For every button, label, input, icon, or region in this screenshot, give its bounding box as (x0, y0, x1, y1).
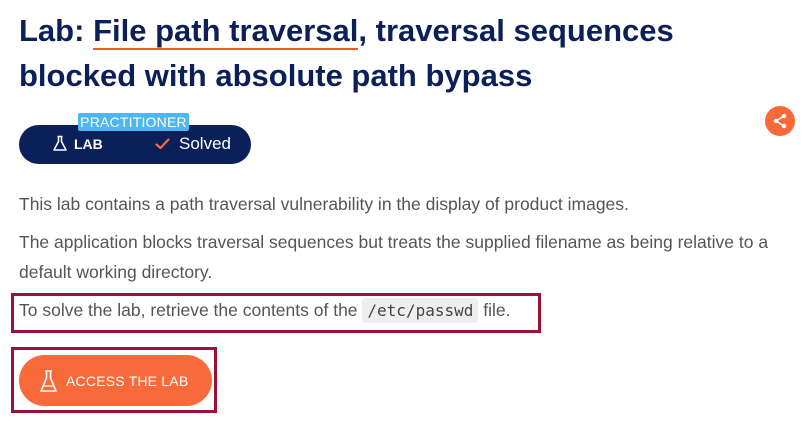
check-icon (155, 138, 170, 150)
lab-status-badge: PRACTITIONER LAB Solved (19, 113, 251, 164)
level-badge: PRACTITIONER (78, 113, 189, 131)
title-prefix: Lab: (19, 13, 94, 48)
flask-icon (53, 135, 67, 151)
solved-group: Solved (155, 134, 231, 154)
description-paragraph-1: This lab contains a path traversal vulne… (19, 194, 629, 214)
page-title: Lab: File path traversal, traversal sequ… (19, 8, 779, 98)
lab-page: Lab: File path traversal, traversal sequ… (0, 0, 811, 423)
lab-label: LAB (74, 135, 103, 152)
share-button[interactable] (765, 106, 795, 136)
share-icon (773, 113, 787, 129)
highlight-box-objective (11, 293, 541, 333)
highlight-box-access (11, 347, 217, 413)
description-paragraph-2: The application blocks traversal sequenc… (19, 232, 769, 282)
lab-label-group: LAB (52, 135, 103, 152)
topic-link[interactable]: File path traversal (93, 13, 359, 50)
status-label: Solved (179, 134, 231, 153)
